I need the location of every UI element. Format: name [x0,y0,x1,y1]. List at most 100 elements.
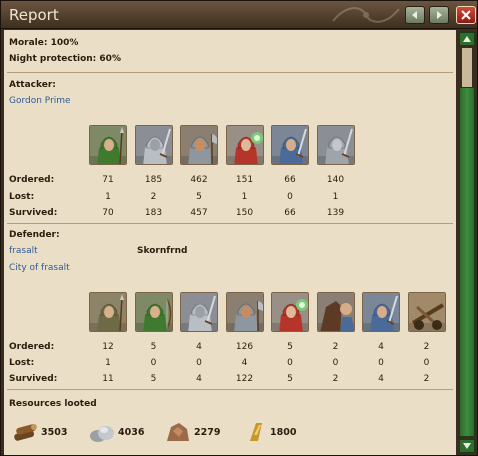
defender-ordered-value: 126 [235,342,254,352]
mage-icon [226,126,263,164]
defender-extra-name: Skornfrnd [137,246,188,256]
defender-village-link[interactable]: City of frasalt [9,263,70,273]
attacker-ordered-value: 71 [102,175,114,185]
morale-text: Morale: 100% [9,38,79,48]
attacker-survived-value: 150 [235,208,254,218]
defender-ordered-value: 2 [332,342,339,352]
defender-unit-mage [271,292,309,332]
archer-icon [135,293,172,331]
attacker-heading: Attacker: [9,80,56,90]
attacker-lost-value: 1 [105,192,111,202]
defender-unit-ballista [407,292,446,332]
attacker-ordered-label: Ordered: [9,175,55,185]
attacker-unit-mage [225,125,264,165]
defender-unit-archer [134,292,173,332]
attacker-ordered-value: 151 [235,175,254,185]
gold-value: 1800 [270,427,297,438]
defender-ordered-value: 4 [378,342,384,352]
arrow-left-icon [412,11,417,19]
defender-lost-label: Lost: [9,358,35,368]
defender-ordered-value: 4 [196,342,202,352]
arrow-right-icon [437,11,442,19]
defender-lost-value: 0 [287,358,293,368]
wood-icon [14,424,37,441]
divider [7,389,453,390]
close-button[interactable] [456,6,476,24]
defender-lost-value: 4 [241,358,248,368]
attacker-unit-light-cavalry [271,125,309,165]
spear-fighter-icon [90,126,126,164]
next-button[interactable] [429,6,449,24]
ornament-icon [332,7,400,23]
light-cavalry-icon [272,126,308,164]
defender-survived-value: 2 [423,374,430,384]
attacker-unit-axe-fighter [180,125,218,165]
defender-lost-value: 0 [423,358,430,368]
attacker-unit-paladin [316,125,355,165]
defender-unit-swordsman [180,292,218,332]
attacker-ordered-value: 185 [144,175,163,185]
defender-ordered-value: 5 [150,342,157,352]
defender-heading: Defender: [9,230,60,240]
attacker-unit-swordsman [134,125,173,165]
attacker-lost-label: Lost: [9,192,35,202]
attacker-survived-value: 66 [284,208,296,218]
previous-button[interactable] [405,6,425,24]
divider [7,223,453,224]
defender-unit-axe-fighter [225,292,264,332]
defender-lost-value: 0 [378,358,384,368]
spearman-icon [90,293,126,331]
attacker-lost-value: 2 [150,192,157,202]
defender-unit-light-cavalry [362,292,400,332]
defender-survived-label: Survived: [9,374,58,384]
attacker-survived-value: 70 [102,208,114,218]
defender-survived-value: 5 [150,374,157,384]
paladin-icon [317,126,354,164]
attacker-survived-value: 457 [190,208,208,218]
defender-lost-value: 1 [105,358,111,368]
defender-survived-value: 122 [235,374,254,384]
report-window: Report Morale: 100% Night protection: 60… [0,0,478,456]
divider [7,72,453,73]
scroll-thumb[interactable] [459,87,475,437]
night-protection-text: Night protection: 60% [9,54,121,64]
window-title: Report [9,6,59,24]
defender-player-link[interactable]: frasalt [9,246,38,256]
stone-icon [90,426,114,442]
wood-value: 3503 [41,427,68,438]
ore-value: 2279 [194,427,221,438]
defender-lost-value: 0 [150,358,157,368]
resources-heading: Resources looted [9,399,97,409]
ore-icon [167,423,189,441]
defender-survived-value: 4 [196,374,202,384]
ballista-icon [408,293,445,331]
axe-fighter-icon [181,126,217,164]
gold-icon [250,423,262,441]
scroll-down-button[interactable] [459,439,475,453]
close-icon [461,10,471,20]
attacker-player-link[interactable]: Gordon Prime [9,96,71,106]
attacker-survived-value: 183 [144,208,163,218]
mounted-knight-icon [317,293,354,331]
defender-ordered-value: 2 [423,342,430,352]
attacker-lost-value: 5 [196,192,202,202]
mage-icon [272,293,308,331]
swordsman-icon [181,293,217,331]
attacker-lost-value: 1 [332,192,339,202]
attacker-lost-value: 1 [241,192,248,202]
attacker-ordered-value: 462 [190,175,208,185]
defender-survived-value: 2 [332,374,339,384]
defender-ordered-label: Ordered: [9,342,55,352]
defender-unit-mounted-knight [316,292,355,332]
scrollbar[interactable] [457,30,477,455]
swordsman-icon [135,126,172,164]
defender-survived-value: 4 [378,374,384,384]
defender-unit-spearman [89,292,127,332]
defender-survived-value: 5 [287,374,293,384]
report-content: Morale: 100% Night protection: 60% Attac… [4,30,456,455]
attacker-survived-value: 139 [326,208,345,218]
defender-lost-value: 0 [196,358,202,368]
defender-lost-value: 0 [332,358,339,368]
light-cavalry-icon [363,293,399,331]
scroll-up-button[interactable] [459,32,475,46]
